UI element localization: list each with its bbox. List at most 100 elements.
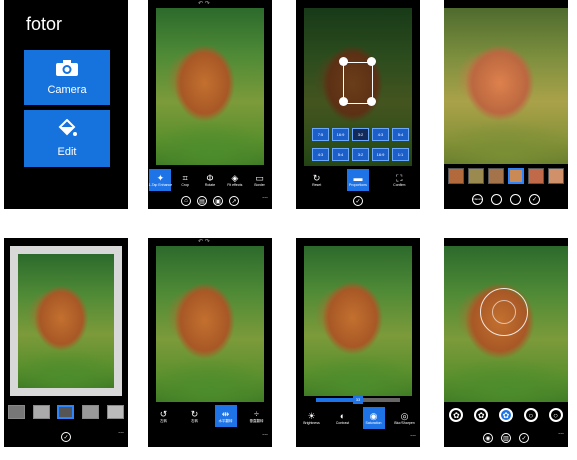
magic-wand-icon: ✦	[156, 172, 165, 183]
home-icon[interactable]: ⌂	[181, 196, 191, 206]
adjust-toolbar: ☀ Brightness ◐ Contrast ◉ Saturation ◎ Blur/…	[296, 406, 420, 430]
slider-value: 33	[355, 397, 361, 402]
ratio-option[interactable]: 5:4	[332, 148, 349, 161]
tool-rotate[interactable]: Φ Rotate	[199, 169, 221, 191]
aperture-icon[interactable]: ✿	[449, 408, 464, 422]
adjust-slider[interactable]: 33	[316, 395, 400, 404]
check-icon[interactable]: ✓	[519, 433, 529, 443]
focus-circle-inner	[492, 300, 516, 324]
tool-reset[interactable]: ↻ Reset	[306, 169, 328, 191]
check-icon[interactable]: ✓	[353, 196, 363, 206]
effect-thumb[interactable]	[448, 168, 464, 184]
frame-thumb[interactable]	[32, 405, 50, 419]
tool-flip-vertical[interactable]: ÷ 垂直翻转	[246, 405, 268, 427]
tool-crop[interactable]: ⌗ Crop	[174, 169, 196, 191]
home-screen: fotor Camera Edit	[4, 0, 128, 209]
vignette-icon[interactable]	[510, 193, 521, 205]
crop-screen: 7:5 16:9 3:2 4:3 5:4 4:3 5:4 3:2 16:9 1:…	[296, 0, 420, 209]
ratio-option[interactable]: 16:9	[332, 128, 349, 141]
effect-thumb[interactable]	[548, 168, 564, 184]
tool-rotate-right[interactable]: ↻ 右转	[184, 405, 206, 427]
flip-vertical-icon: ÷	[254, 408, 259, 419]
crop-handle[interactable]	[339, 57, 348, 66]
more-icon[interactable]: ...	[118, 428, 124, 435]
edit-tile[interactable]: Edit	[24, 110, 110, 167]
crop-handle[interactable]	[367, 97, 376, 106]
ratio-option[interactable]: 16:9	[372, 148, 389, 161]
enhance-appbar: ⌂ ▤ ▣ ↗ ...	[148, 193, 272, 209]
squirrel-photo	[304, 246, 412, 396]
frames-screen: ✓ ...	[4, 238, 128, 447]
ratio-option[interactable]: 3:2	[352, 128, 369, 141]
aperture-icon[interactable]: ✿	[498, 408, 513, 422]
enhance-toolbar: ✦ 1-Tap Enhance ⌗ Crop Φ Rotate ◈ Fit effect…	[148, 168, 272, 192]
frame-thumb[interactable]	[107, 405, 125, 419]
rotate-toolbar: ↺ 左转 ↻ 右转 ⇹ 水平翻转 ÷ 垂直翻转	[148, 404, 272, 428]
frame-thumb[interactable]	[57, 405, 75, 419]
save-icon[interactable]: ▣	[213, 196, 223, 206]
tool-proportions[interactable]: ▬ Proportions	[346, 169, 369, 191]
ratio-option[interactable]: 5:4	[392, 128, 409, 141]
frame-thumb[interactable]	[82, 405, 100, 419]
linear-mode-icon[interactable]: ▥	[501, 433, 511, 443]
tool-confirm[interactable]: ⛶ Confirm	[388, 169, 410, 191]
brightness-icon: ☀	[307, 410, 316, 421]
tool-fit-effects[interactable]: ◈ Fit effects	[224, 169, 246, 191]
slider-fill	[316, 398, 358, 402]
classic-icon[interactable]: Classic	[472, 193, 483, 205]
tool-border[interactable]: ▭ Border	[249, 169, 271, 191]
effect-thumb[interactable]	[468, 168, 484, 184]
crop-handle[interactable]	[367, 57, 376, 66]
ratio-option[interactable]: 1:1	[392, 148, 409, 161]
tool-saturation[interactable]: ◉ Saturation	[362, 407, 385, 429]
camera-label: Camera	[47, 84, 87, 96]
fill-icon: ◈	[231, 172, 239, 183]
undo-redo[interactable]: ↶ ↷	[198, 238, 210, 245]
slider-knob[interactable]: 33	[353, 395, 363, 404]
more-icon[interactable]: ...	[262, 430, 268, 437]
rotate-right-icon: ↻	[190, 408, 199, 419]
radial-mode-icon[interactable]: ◉	[483, 433, 493, 443]
share-icon[interactable]: ↗	[229, 196, 239, 206]
lomo-icon[interactable]	[491, 193, 502, 205]
folder-icon[interactable]: ▤	[197, 196, 207, 206]
camera-icon	[55, 59, 79, 82]
app-title: fotor	[26, 14, 63, 34]
frame-thumb[interactable]	[7, 405, 25, 419]
more-icon[interactable]: ...	[262, 193, 268, 200]
rotate-left-icon: ↺	[159, 408, 168, 419]
ratio-option[interactable]: 3:2	[352, 148, 369, 161]
effects-appbar: Classic ✓	[444, 190, 568, 208]
undo-redo[interactable]: ↶ ↷	[198, 0, 210, 7]
ratio-option[interactable]: 4:3	[312, 148, 329, 161]
proportions-icon: ▬	[353, 172, 363, 183]
tool-rotate-left[interactable]: ↺ 左转	[153, 405, 175, 427]
more-icon[interactable]: ...	[410, 431, 416, 438]
camera-tile[interactable]: Camera	[24, 50, 110, 105]
tool-blur-sharpen[interactable]: ◎ Blur/Sharpen	[394, 407, 416, 429]
tool-flip-horizontal[interactable]: ⇹ 水平翻转	[214, 405, 237, 427]
rotate-appbar: ...	[148, 430, 272, 446]
tool-enhance[interactable]: ✦ 1-Tap Enhance	[149, 169, 172, 191]
edit-label: Edit	[57, 146, 77, 158]
more-icon[interactable]: ...	[558, 429, 564, 436]
adjust-screen: 33 ☀ Brightness ◐ Contrast ◉ Saturation ◎ Bl…	[296, 238, 420, 447]
tool-contrast[interactable]: ◐ Contrast	[332, 407, 354, 429]
adjust-appbar: ...	[296, 431, 420, 447]
crop-handle[interactable]	[339, 97, 348, 106]
effect-thumb[interactable]	[508, 168, 524, 184]
rotate-screen: ↶ ↷ ↺ 左转 ↻ 右转 ⇹ 水平翻转 ÷ 垂直翻转 ...	[148, 238, 272, 447]
check-icon[interactable]: ✓	[61, 432, 71, 442]
frames-strip	[4, 402, 128, 422]
reset-icon: ↻	[312, 172, 321, 183]
tiltshift-screen: ✿ ✿ ✿ ○ ○ ◉ ▥ ✓ ...	[444, 238, 568, 447]
effect-thumb[interactable]	[528, 168, 544, 184]
aperture-icon[interactable]: ✿	[474, 408, 489, 422]
effect-thumb[interactable]	[488, 168, 504, 184]
check-icon[interactable]: ✓	[529, 193, 540, 205]
tool-brightness[interactable]: ☀ Brightness	[301, 407, 323, 429]
ratio-option[interactable]: 7:5	[312, 128, 329, 141]
aperture-icon[interactable]: ○	[548, 408, 563, 422]
aperture-icon[interactable]: ○	[523, 408, 538, 422]
ratio-option[interactable]: 4:3	[372, 128, 389, 141]
